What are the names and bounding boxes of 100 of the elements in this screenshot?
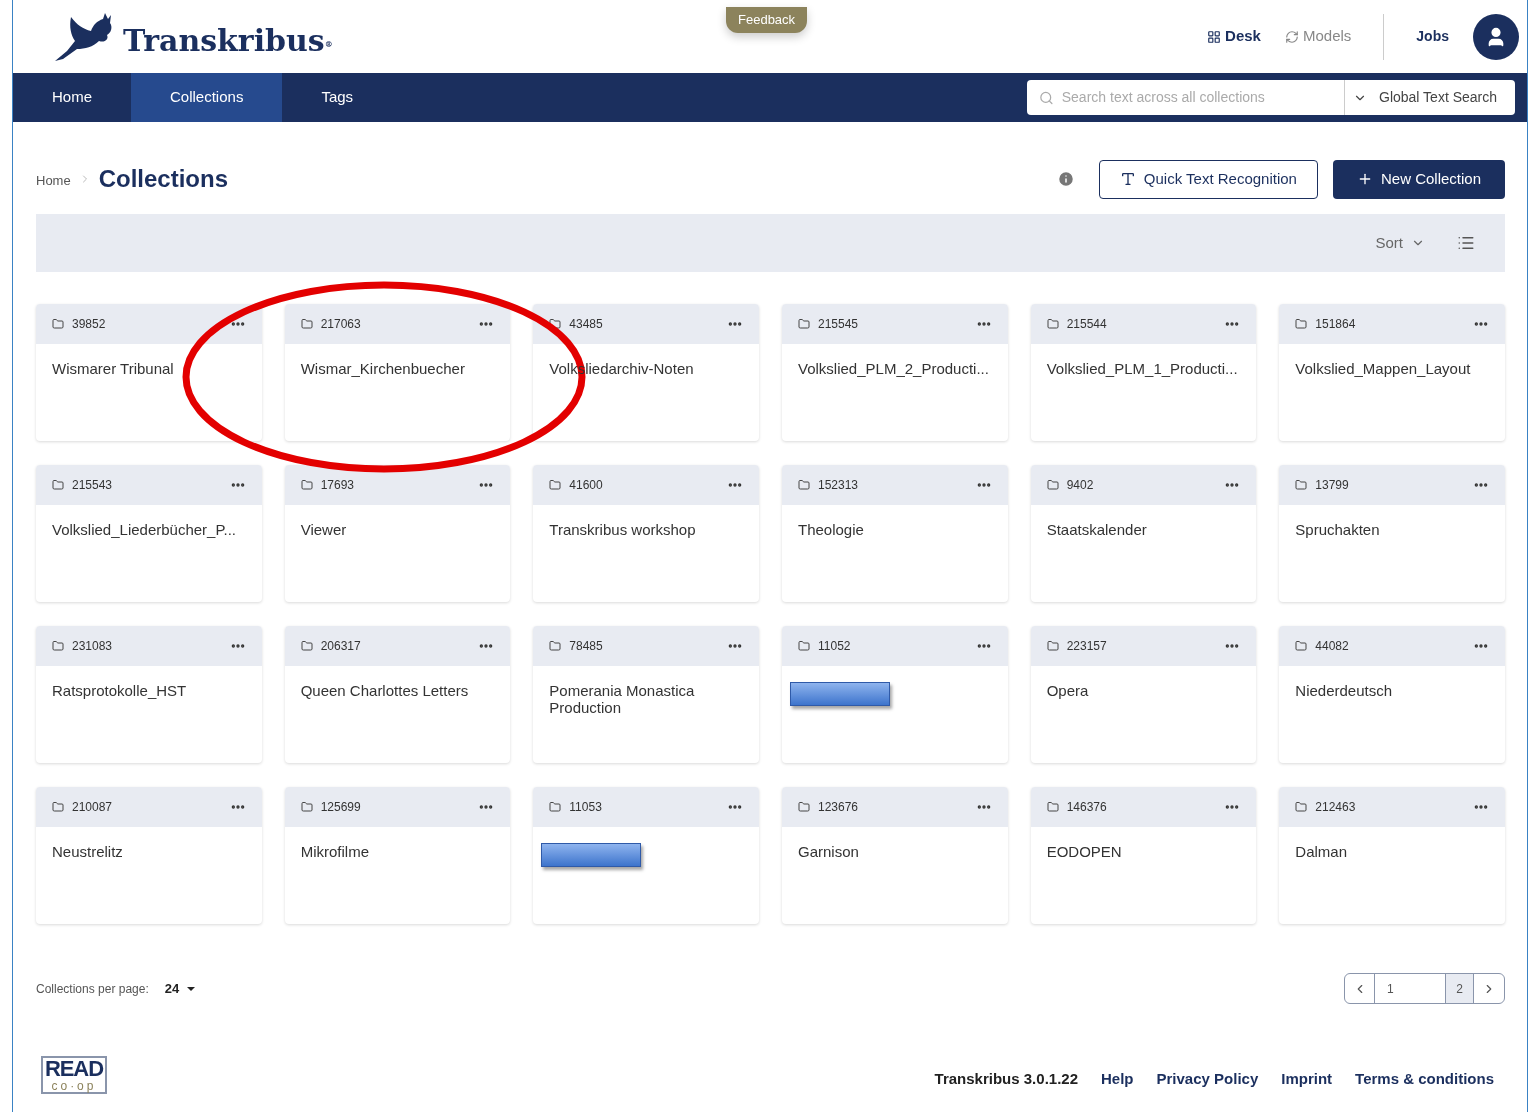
page-input[interactable]: 1 [1375, 974, 1445, 1003]
collection-name: Garnison [798, 843, 860, 860]
folder-icon [1046, 640, 1059, 652]
collection-name: Wismar_Kirchenbuecher [300, 360, 466, 377]
collection-card[interactable]: 146376 EODOPEN [1030, 787, 1257, 924]
folder-icon [1295, 801, 1308, 813]
collection-card[interactable]: 212463 Dalman [1279, 787, 1505, 924]
collection-id: 215543 [72, 477, 114, 494]
collection-name: Volkslied_Mappen_Layout [1295, 360, 1472, 377]
list-view-icon[interactable] [1457, 234, 1475, 252]
new-collection-button[interactable]: New Collection [1332, 159, 1505, 199]
header-link[interactable]: Desk [1207, 25, 1261, 48]
collection-name: Opera [1046, 682, 1090, 699]
collection-card[interactable]: 123676 Garnison [782, 787, 1008, 924]
grid-icon [1207, 29, 1222, 44]
collection-id: 11053 [569, 799, 603, 816]
collection-id: 39852 [72, 316, 107, 333]
footer-link[interactable]: Privacy Policy [1156, 1067, 1259, 1090]
collection-id: 212463 [1315, 799, 1357, 816]
collection-card[interactable]: 206317 Queen Charlottes Letters [284, 626, 511, 763]
info-icon[interactable] [1056, 170, 1075, 188]
collection-id: 17693 [320, 477, 356, 494]
folder-icon [549, 318, 562, 330]
collection-card[interactable]: 215544 Volkslied_PLM_1_Producti... [1030, 304, 1257, 441]
folder-icon [300, 479, 313, 491]
collection-card[interactable]: 125699 Mikrofilme [284, 787, 511, 924]
collection-name: Viewer [300, 521, 348, 538]
folder-icon [549, 801, 562, 813]
search-icon [1039, 89, 1054, 106]
feedback-tab[interactable]: Feedback [726, 7, 808, 33]
collection-card[interactable]: 217063 Wismar_Kirchenbuecher [284, 304, 511, 441]
footer-link[interactable]: Imprint [1281, 1067, 1333, 1090]
collection-name: Spruchakten [1295, 521, 1381, 538]
collection-id: 206317 [320, 638, 362, 655]
folder-icon [52, 479, 64, 491]
collection-id: 125699 [320, 799, 362, 816]
collection-name: Theologie [798, 521, 865, 538]
collection-card[interactable]: 215543 Volkslied_Liederbücher_P... [36, 465, 262, 602]
nav-tab[interactable]: Home [13, 73, 131, 122]
collection-id: 41600 [569, 477, 604, 494]
read-coop-logo[interactable]: READ co·op [41, 1056, 107, 1094]
nav-tab[interactable]: Collections [131, 73, 283, 122]
collection-name: EODOPEN [1046, 843, 1123, 860]
page-title: Collections [98, 164, 229, 194]
collection-card[interactable]: 17693 Viewer [284, 465, 511, 602]
per-page-dropdown[interactable]: 24 [164, 978, 196, 999]
collection-name: Mikrofilme [300, 843, 370, 860]
collection-card[interactable]: 13799 Spruchakten [1279, 465, 1505, 602]
collection-card[interactable]: 78485 Pomerania Monastica Production [533, 626, 759, 763]
folder-icon [798, 801, 810, 813]
search-field[interactable]: Search text across all collections [1027, 80, 1345, 115]
folder-icon [1295, 640, 1308, 652]
folder-icon [300, 640, 313, 652]
collection-id: 13799 [1315, 477, 1350, 494]
sort-button[interactable]: Sort [1375, 231, 1425, 255]
header-link[interactable]: Models [1284, 25, 1352, 48]
collection-id: 215544 [1066, 316, 1108, 333]
nav-tab[interactable]: Tags [282, 73, 393, 122]
collection-card[interactable]: 151864 Volkslied_Mappen_Layout [1279, 304, 1505, 441]
collection-name: Queen Charlottes Letters [300, 682, 470, 699]
text-icon [1119, 171, 1136, 187]
collection-card[interactable]: 11053 [533, 787, 759, 924]
folder-icon [549, 479, 562, 491]
collection-card[interactable]: 9402 Staatskalender [1030, 465, 1257, 602]
collection-id: 151864 [1315, 316, 1357, 333]
collection-card[interactable]: 11052 [782, 626, 1008, 763]
quick-recognition-button[interactable]: Quick Text Recognition [1098, 159, 1318, 199]
collection-card[interactable]: 210087 Neustrelitz [36, 787, 262, 924]
collection-name: Neustrelitz [52, 843, 124, 860]
collection-id: 11052 [818, 638, 852, 655]
collection-card[interactable]: 39852 Wismarer Tribunal [36, 304, 262, 441]
collection-card[interactable]: 215545 Volkslied_PLM_2_Producti... [782, 304, 1008, 441]
collection-card[interactable]: 231083 Ratsprotokolle_HST [36, 626, 262, 763]
logo-wordmark[interactable]: Transkribus$^{®}$ [123, 17, 333, 63]
collection-name: Ratsprotokolle_HST [52, 682, 188, 699]
collection-name: Volkslied_PLM_1_Producti... [1046, 360, 1239, 377]
collection-name: Volkslied_Liederbücher_P... [52, 521, 238, 538]
version-text: Transkribus 3.0.1.22 [934, 1068, 1078, 1089]
collection-id: 223157 [1066, 638, 1108, 655]
breadcrumb-link[interactable]: Home [36, 171, 71, 191]
collection-name: Dalman [1295, 843, 1348, 860]
collection-card[interactable]: 223157 Opera [1030, 626, 1257, 763]
search-scope-dropdown[interactable]: Global Text Search [1345, 80, 1515, 115]
jobs-link[interactable]: Jobs [1416, 26, 1449, 47]
search-input[interactable]: Search text across all collections [1061, 87, 1332, 108]
folder-icon [52, 801, 64, 813]
footer-link[interactable]: Help [1101, 1067, 1134, 1090]
collection-id: 146376 [1066, 799, 1108, 816]
folder-icon [798, 318, 810, 330]
folder-icon [1046, 318, 1059, 330]
collection-card[interactable]: 41600 Transkribus workshop [533, 465, 759, 602]
collection-card[interactable]: 44082 Niederdeutsch [1279, 626, 1505, 763]
collection-id: 78485 [569, 638, 604, 655]
collection-card[interactable]: 152313 Theologie [782, 465, 1008, 602]
collection-id: 43485 [569, 316, 604, 333]
collection-id: 123676 [818, 799, 860, 816]
footer-link[interactable]: Terms & conditions [1355, 1067, 1494, 1090]
avatar-button[interactable] [1473, 13, 1519, 60]
folder-icon [300, 318, 313, 330]
folder-icon [798, 479, 810, 491]
